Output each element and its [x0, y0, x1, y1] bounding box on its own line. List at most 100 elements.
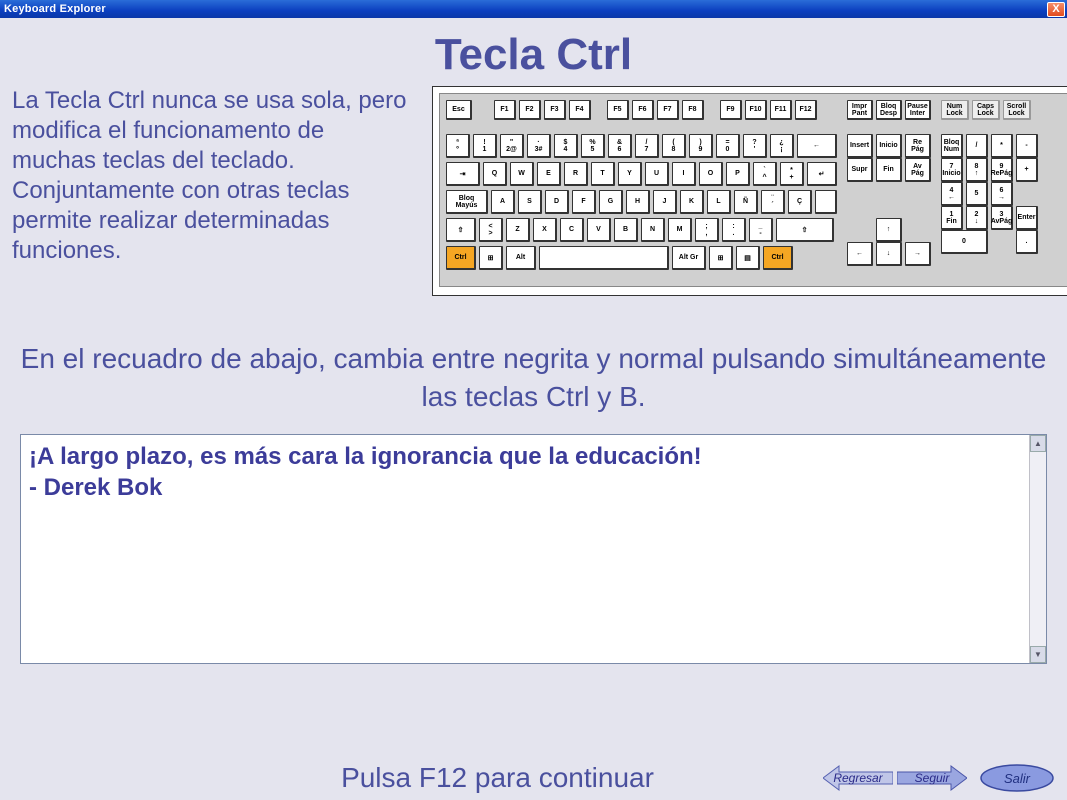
key-z: Z: [506, 218, 530, 242]
key-alt: Alt: [506, 246, 536, 270]
key-c: C: [560, 218, 584, 242]
key-u: U: [645, 162, 669, 186]
key-bloq-desp: Bloq Desp: [876, 100, 902, 120]
key-7-inicio: 7 Inicio: [941, 158, 963, 182]
key-impr-pant: Impr Pant: [847, 100, 873, 120]
key-x: X: [533, 218, 557, 242]
key-o: O: [699, 162, 723, 186]
key-8: ( 8: [662, 134, 686, 158]
instruction-text: En el recuadro de abajo, cambia entre ne…: [12, 340, 1055, 416]
key-av-p-g: Av Pág: [905, 158, 931, 182]
key-alt-gr: Alt Gr: [672, 246, 706, 270]
key-f4: F4: [569, 100, 591, 120]
key-: < >: [479, 218, 503, 242]
key-re-p-g: Re Pág: [905, 134, 931, 158]
keyboard-nav-block: Impr PantBloq DespPause Inter InsertInic…: [847, 100, 931, 280]
key-: ←: [847, 242, 873, 266]
key-: [815, 190, 837, 214]
textbox-line1: ¡A largo plazo, es más cara la ignoranci…: [29, 441, 1021, 472]
back-button[interactable]: Regresar: [823, 764, 893, 792]
key-: →: [905, 242, 931, 266]
close-icon: X: [1052, 3, 1059, 15]
key-g: G: [599, 190, 623, 214]
key-f9: F9: [720, 100, 742, 120]
key-: ` ^: [753, 162, 777, 186]
exit-button[interactable]: Salir: [979, 763, 1055, 793]
key-f5: F5: [607, 100, 629, 120]
key-f3: F3: [544, 100, 566, 120]
key-: -: [1016, 134, 1038, 158]
key-s: S: [518, 190, 542, 214]
forward-button[interactable]: Seguir: [897, 764, 967, 792]
key-2: " 2@: [500, 134, 524, 158]
key-q: Q: [483, 162, 507, 186]
practice-textbox[interactable]: ¡A largo plazo, es más cara la ignoranci…: [21, 435, 1029, 663]
key-1: ! 1: [473, 134, 497, 158]
scroll-track[interactable]: [1030, 452, 1046, 646]
key-bloq-may-s: Bloq Mayús: [446, 190, 488, 214]
key-1-fin: 1 Fin: [941, 206, 963, 230]
key-7: / 7: [635, 134, 659, 158]
key-b: B: [614, 218, 638, 242]
key-: ↑: [876, 218, 902, 242]
footer-hint: Pulsa F12 para continuar: [12, 762, 823, 794]
key-h: H: [626, 190, 650, 214]
close-button[interactable]: X: [1047, 2, 1065, 17]
back-button-label: Regresar: [833, 771, 882, 785]
key-4: 4 ←: [941, 182, 963, 206]
key-n: N: [641, 218, 665, 242]
key-: _ -: [749, 218, 773, 242]
key-f10: F10: [745, 100, 767, 120]
key-6: 6 →: [991, 182, 1013, 206]
key-: ↓: [876, 242, 902, 266]
forward-button-label: Seguir: [915, 771, 950, 785]
key-w: W: [510, 162, 534, 186]
key-f2: F2: [519, 100, 541, 120]
key-: .: [1016, 230, 1038, 254]
key-: ⇥: [446, 162, 480, 186]
key-ctrl: Ctrl: [446, 246, 476, 270]
key-: ¨ ´: [761, 190, 785, 214]
key-ctrl: Ctrl: [763, 246, 793, 270]
exit-button-label: Salir: [1004, 771, 1030, 786]
key-f6: F6: [632, 100, 654, 120]
keyboard-image: EscF1F2F3F4F5F6F7F8F9F10F11F12 ª º! 1" 2…: [432, 86, 1067, 296]
key-5: 5: [966, 182, 988, 206]
practice-textbox-container: ¡A largo plazo, es más cara la ignoranci…: [20, 434, 1047, 664]
description-text: La Tecla Ctrl nunca se usa sola, pero mo…: [12, 86, 412, 266]
key-f7: F7: [657, 100, 679, 120]
footer: Pulsa F12 para continuar Regresar Seguir…: [0, 762, 1067, 794]
key-p: P: [726, 162, 750, 186]
key-: ; ,: [695, 218, 719, 242]
scroll-down-icon[interactable]: ▼: [1030, 646, 1046, 663]
key-num-lock: Num Lock: [941, 100, 969, 120]
key-: *: [991, 134, 1013, 158]
key-: : .: [722, 218, 746, 242]
key-supr: Supr: [847, 158, 873, 182]
key-2: 2 ↓: [966, 206, 988, 230]
key-caps-lock: Caps Lock: [972, 100, 1000, 120]
key-6: & 6: [608, 134, 632, 158]
key-r: R: [564, 162, 588, 186]
key-: Ñ: [734, 190, 758, 214]
key-3-avp-g: 3 AvPág: [991, 206, 1013, 230]
key-: Ç: [788, 190, 812, 214]
scrollbar[interactable]: ▲ ▼: [1029, 435, 1046, 663]
key-inicio: Inicio: [876, 134, 902, 158]
scroll-up-icon[interactable]: ▲: [1030, 435, 1046, 452]
key-: [539, 246, 669, 270]
keyboard-numpad-block: Num LockCaps LockScroll Lock Bloq Num/*-…: [941, 100, 1063, 280]
key-a: A: [491, 190, 515, 214]
key-: ▤: [736, 246, 760, 270]
key-enter: Enter: [1016, 206, 1038, 230]
key-: ? ': [743, 134, 767, 158]
key-f1: F1: [494, 100, 516, 120]
key-: ¿ ¡: [770, 134, 794, 158]
titlebar: Keyboard Explorer X: [0, 0, 1067, 18]
key-: /: [966, 134, 988, 158]
key-8: 8 ↑: [966, 158, 988, 182]
key-3: · 3#: [527, 134, 551, 158]
key-: +: [1016, 158, 1038, 182]
key-4: $ 4: [554, 134, 578, 158]
textbox-line2: - Derek Bok: [29, 472, 1021, 503]
